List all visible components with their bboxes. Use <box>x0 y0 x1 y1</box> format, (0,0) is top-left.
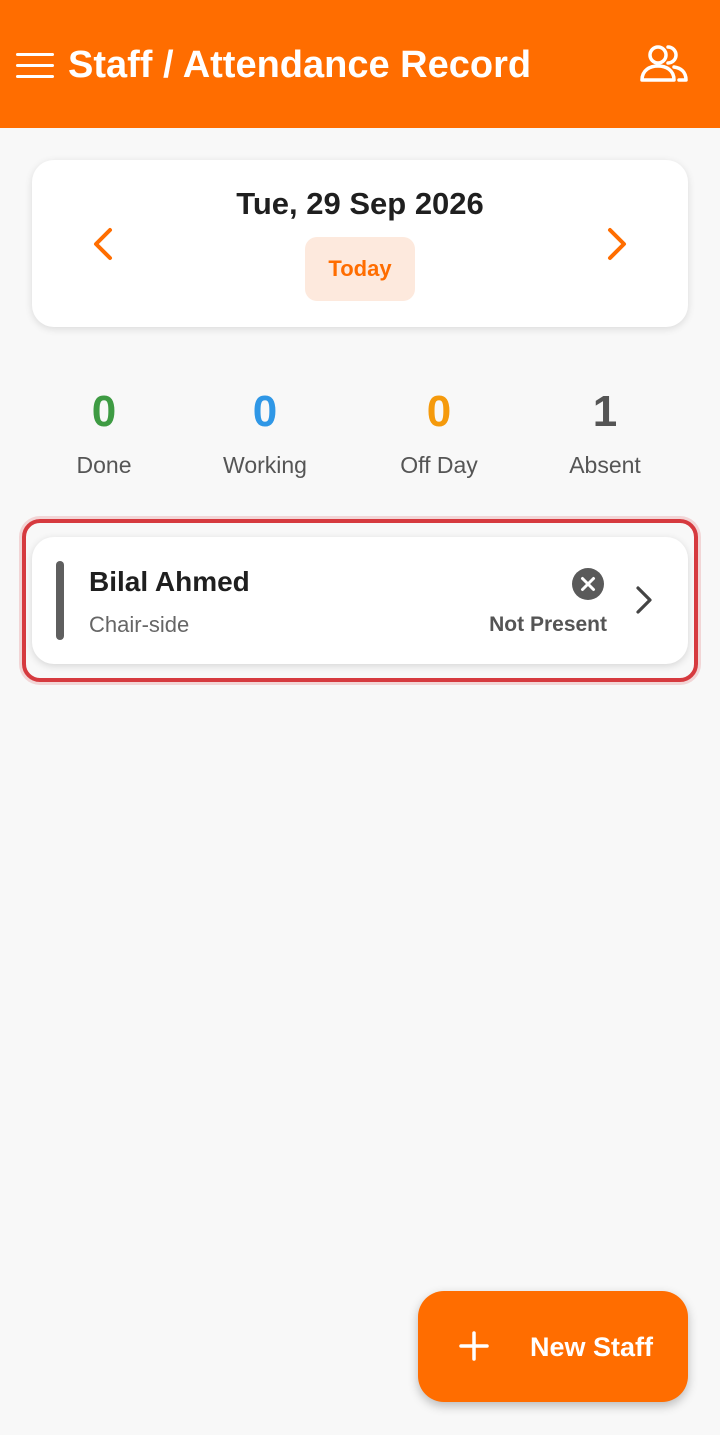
people-icon[interactable] <box>636 40 692 88</box>
chevron-left-icon[interactable] <box>82 222 126 266</box>
new-staff-label: New Staff <box>530 1332 654 1362</box>
stat-working[interactable]: 0 Working <box>185 386 345 479</box>
stat-done-label: Done <box>76 452 132 478</box>
staff-name: Bilal Ahmed <box>89 566 250 597</box>
app-header: Staff / Attendance Record <box>0 0 720 128</box>
stat-off-day[interactable]: 0 Off Day <box>359 386 519 479</box>
chevron-right-icon[interactable] <box>630 582 658 618</box>
stat-done[interactable]: 0 Done <box>24 386 184 479</box>
x-circle-icon <box>571 567 605 601</box>
menu-icon[interactable] <box>12 44 58 86</box>
stat-absent-value: 1 <box>592 387 618 436</box>
staff-role: Chair-side <box>89 612 190 637</box>
stat-working-label: Working <box>223 452 307 478</box>
stat-off-day-value: 0 <box>426 387 452 436</box>
stat-absent[interactable]: 1 Absent <box>525 386 685 479</box>
app-root: Staff / Attendance Record Tue, 29 Sep 20… <box>0 0 720 1435</box>
stat-done-value: 0 <box>91 387 117 436</box>
stat-working-value: 0 <box>252 387 278 436</box>
chevron-right-icon[interactable] <box>594 222 638 266</box>
selected-date: Tue, 29 Sep 2026 <box>236 186 484 221</box>
stat-absent-label: Absent <box>569 452 641 478</box>
staff-status: Not Present <box>489 613 607 636</box>
staff-status-bar <box>56 561 64 640</box>
stat-off-day-label: Off Day <box>400 452 478 478</box>
plus-icon <box>458 1330 490 1362</box>
page-title: Staff / Attendance Record <box>68 44 532 86</box>
today-button[interactable]: Today <box>305 237 415 301</box>
